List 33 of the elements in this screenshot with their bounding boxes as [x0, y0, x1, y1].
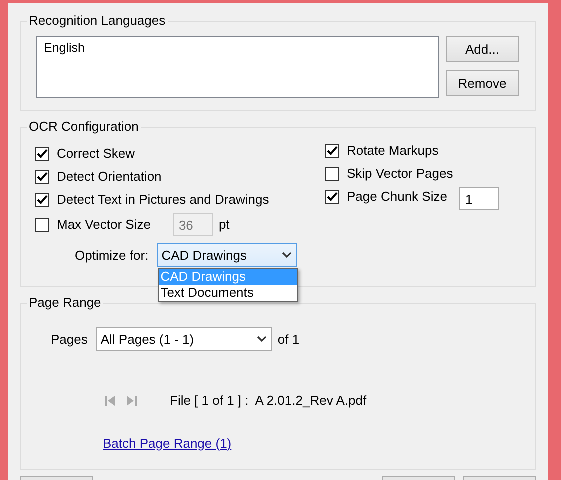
checkbox-label[interactable]: Correct Skew — [57, 146, 136, 161]
add-button[interactable]: Add... — [446, 36, 519, 62]
number-field[interactable]: 1 — [459, 187, 500, 210]
dropdown-option[interactable]: Text Documents — [158, 285, 297, 301]
checkbox-label[interactable]: Detect Orientation — [57, 169, 162, 184]
unit-label: pt — [218, 217, 230, 232]
pages-dropdown[interactable]: All Pages (1 - 1) — [96, 327, 272, 351]
batch-page-range-link[interactable]: Batch Page Range (1) — [103, 436, 232, 451]
language-list[interactable]: English — [36, 36, 439, 98]
checkbox[interactable] — [35, 170, 49, 184]
list-item[interactable]: English — [44, 41, 431, 55]
checkbox-label[interactable]: Page Chunk Size — [347, 189, 448, 204]
checkbox[interactable] — [35, 218, 49, 232]
checkbox-label[interactable]: Detect Text in Pictures and Drawings — [57, 192, 270, 207]
group-title: Page Range — [27, 295, 104, 310]
checkbox[interactable] — [325, 190, 339, 204]
remove-button[interactable]: Remove — [446, 70, 519, 96]
field-label: Optimize for: — [75, 248, 149, 262]
chevron-down-icon — [282, 252, 292, 258]
chevron-down-icon — [256, 336, 267, 342]
checkbox[interactable] — [35, 192, 49, 206]
group-title: Recognition Languages — [27, 13, 168, 28]
field-label: Pages — [51, 332, 88, 346]
checkbox-label[interactable]: Max Vector Size — [57, 217, 151, 232]
number-field[interactable]: 36 — [172, 213, 213, 236]
group-title: OCR Configuration — [27, 119, 141, 134]
checkbox-label[interactable]: Rotate Markups — [347, 143, 439, 158]
checkbox[interactable] — [35, 146, 49, 160]
page-count: of 1 — [278, 332, 300, 346]
checkbox[interactable] — [325, 144, 339, 158]
checkbox[interactable] — [325, 166, 339, 180]
file-label: File [ 1 of 1 ] : A 2.01.2_Rev A.pdf — [170, 393, 367, 408]
checkbox-label[interactable]: Skip Vector Pages — [347, 166, 454, 181]
